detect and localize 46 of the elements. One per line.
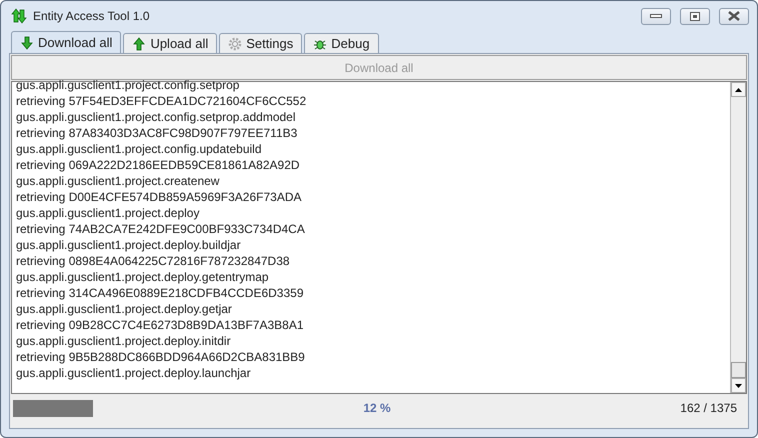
- log-line: retrieving D00E4CFE574DB859A5969F3A26F73ADA: [16, 189, 302, 205]
- log-line: retrieving 314CA496E0889E218CDFB4CCDE6D3359: [16, 285, 305, 301]
- up-triangle-icon: [735, 88, 742, 92]
- log-line: gus.appli.gusclient1.project.deploy.getjar: [16, 301, 233, 317]
- tab-label: Upload all: [150, 36, 208, 51]
- log-line: retrieving 57F54ED3EFFCDEA1DC721604CF6CC552: [16, 93, 308, 109]
- log-line: retrieving 87A83403D3AC8FC98D907F797EE711B3: [16, 125, 298, 141]
- log-line: gus.appli.gusclient1.project.deploy.buildjar: [16, 237, 242, 253]
- tab[interactable]: Settings: [219, 33, 302, 53]
- minimize-button[interactable]: [641, 8, 671, 24]
- tab-label: Settings: [246, 36, 294, 51]
- log-line: gus.appli.gusclient1.project.deploy.launchjar: [16, 365, 252, 381]
- scroll-up-button[interactable]: [731, 82, 746, 97]
- window-title: Entity Access Tool 1.0: [33, 9, 151, 23]
- scroll-thumb[interactable]: [731, 362, 746, 378]
- maximize-button[interactable]: [680, 8, 710, 24]
- close-icon: [728, 11, 740, 21]
- log-line: retrieving 74AB2CA7E242DFE9C00BF933C734D4CA: [16, 221, 306, 237]
- log-line: retrieving 09B28CC7C4E6273D8B9DA13BF7A3B8A1: [16, 317, 305, 333]
- scrollbar[interactable]: [730, 82, 746, 393]
- down-triangle-icon: [735, 384, 742, 388]
- log-line: gus.appli.gusclient1.project.deploy: [16, 205, 200, 221]
- log-line: retrieving 9B5B288DC866BDD964A66D2CBA831BB9: [16, 349, 306, 365]
- progress-percent: 12 %: [362, 400, 392, 414]
- gear-icon: [228, 36, 242, 50]
- tab-label: Download all: [38, 35, 112, 50]
- log-line: gus.appli.gusclient1.project.deploy.initdir: [16, 333, 232, 349]
- log-line: gus.appli.gusclient1.project.config.setprop: [16, 77, 240, 93]
- minimize-icon: [650, 13, 662, 19]
- log-line: gus.appli.gusclient1.project.config.setprop.addmodel: [16, 109, 297, 125]
- tab-label: Debug: [331, 36, 370, 51]
- tab[interactable]: Upload all: [123, 33, 218, 53]
- scroll-down-button[interactable]: [731, 378, 746, 393]
- arrows-icon: [11, 8, 27, 24]
- close-button[interactable]: [719, 8, 749, 24]
- progress-count: 162 / 1375: [680, 400, 738, 414]
- up-arrow-icon: [132, 36, 146, 50]
- log-line: gus.appli.gusclient1.project.config.updatebuild: [16, 141, 263, 157]
- log-line: gus.appli.gusclient1.project.createnew: [16, 173, 220, 189]
- log-line: gus.appli.gusclient1.project.deploy.getentrymap: [16, 269, 270, 285]
- log-line: retrieving 069A222D2186EEDB59CE81861A82A92D: [16, 157, 301, 173]
- log-line: retrieving 0898E4A064225C72816F787232847D38: [16, 253, 291, 269]
- maximize-icon: [690, 12, 700, 20]
- tab[interactable]: Download all: [11, 31, 122, 53]
- tab[interactable]: Debug: [304, 33, 379, 53]
- down-arrow-icon: [20, 36, 34, 50]
